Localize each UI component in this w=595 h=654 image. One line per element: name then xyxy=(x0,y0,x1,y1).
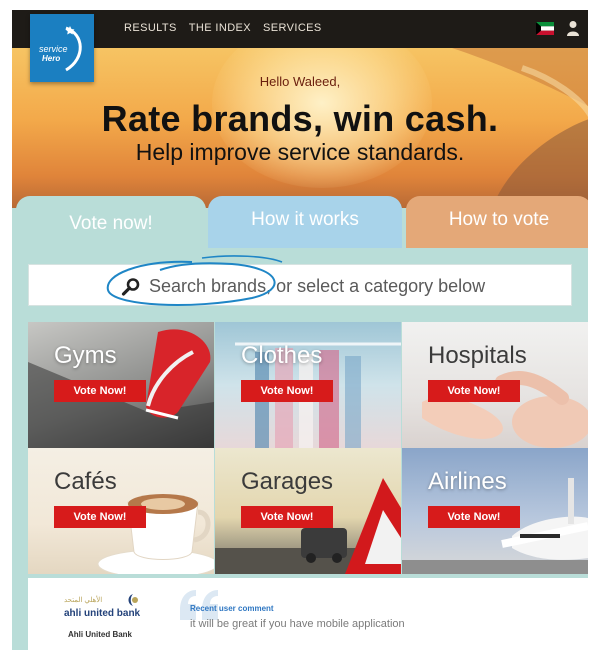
search-placeholder: Search brands, or select a category belo… xyxy=(149,276,486,296)
category-tile-cafes[interactable]: Cafés Vote Now! xyxy=(28,448,214,574)
category-tile-clothes[interactable]: Clothes Vote Now! xyxy=(215,322,401,448)
category-tile-hospitals[interactable]: Hospitals Vote Now! xyxy=(402,322,588,448)
category-label: Airlines xyxy=(428,468,507,495)
sponsor-comment-bar: الأهلي المتحد ahli united bank Ahli Unit… xyxy=(28,578,588,650)
vote-now-button[interactable]: Vote Now! xyxy=(241,506,333,528)
category-label: Hospitals xyxy=(428,342,527,369)
bank-logo-arabic: الأهلي المتحد xyxy=(64,597,103,604)
category-tile-gyms[interactable]: Gyms Vote Now! xyxy=(28,322,214,448)
service-hero-logo[interactable]: service Hero xyxy=(30,14,94,82)
category-label: Garages xyxy=(241,468,334,495)
search-icon xyxy=(121,278,140,296)
tab-how-it-works[interactable]: How it works xyxy=(208,196,402,248)
nav-links: RESULTS THE INDEX SERVICES xyxy=(124,22,322,34)
category-tile-airlines[interactable]: Airlines Vote Now! xyxy=(402,448,588,574)
nav-services[interactable]: SERVICES xyxy=(263,22,322,34)
category-grid: Gyms Vote Now! Clothes Vote Now! Hospita… xyxy=(28,322,588,574)
app-frame: RESULTS THE INDEX SERVICES service Hero xyxy=(12,10,588,650)
hero-headline: Rate brands, win cash. xyxy=(101,98,499,139)
tab-how-it-works-label: How it works xyxy=(251,209,359,230)
hero-subhead: Help improve service standards. xyxy=(135,139,465,165)
bank-logo-name: ahli united bank xyxy=(64,608,141,619)
category-label: Cafés xyxy=(54,468,117,495)
nav-the-index[interactable]: THE INDEX xyxy=(189,22,251,34)
user-icon[interactable] xyxy=(566,20,580,36)
vote-now-button[interactable]: Vote Now! xyxy=(428,506,520,528)
category-label: Gyms xyxy=(54,342,117,369)
vote-now-button[interactable]: Vote Now! xyxy=(54,506,146,528)
bank-logo-mark-icon xyxy=(128,594,138,606)
category-tile-garages[interactable]: Garages Vote Now! xyxy=(215,448,401,574)
search-input[interactable]: Search brands, or select a category belo… xyxy=(28,264,572,306)
category-label: Clothes xyxy=(241,342,323,369)
nav-results[interactable]: RESULTS xyxy=(124,22,177,34)
logo-text-hero: Hero xyxy=(42,54,61,63)
tab-vote-now-label: Vote now! xyxy=(69,213,153,234)
recent-comment-text: it will be great if you have mobile appl… xyxy=(190,618,405,630)
bank-caption: Ahli United Bank xyxy=(68,630,133,639)
vote-now-button[interactable]: Vote Now! xyxy=(241,380,333,402)
vote-now-button[interactable]: Vote Now! xyxy=(54,380,146,402)
top-nav-bar: RESULTS THE INDEX SERVICES xyxy=(12,10,588,48)
tab-how-to-vote[interactable]: How to vote xyxy=(406,196,588,248)
kuwait-flag-icon[interactable] xyxy=(536,22,554,35)
vote-now-button[interactable]: Vote Now! xyxy=(428,380,520,402)
logo-text-service: service xyxy=(39,44,68,54)
tab-vote-now[interactable]: Vote now! xyxy=(16,196,206,256)
tab-how-to-vote-label: How to vote xyxy=(448,209,550,230)
greeting-text: Hello Waleed, xyxy=(259,74,341,89)
recent-comment-label: Recent user comment xyxy=(190,604,274,613)
hero-banner: Hello Waleed, Rate brands, win cash. Hel… xyxy=(12,48,588,208)
